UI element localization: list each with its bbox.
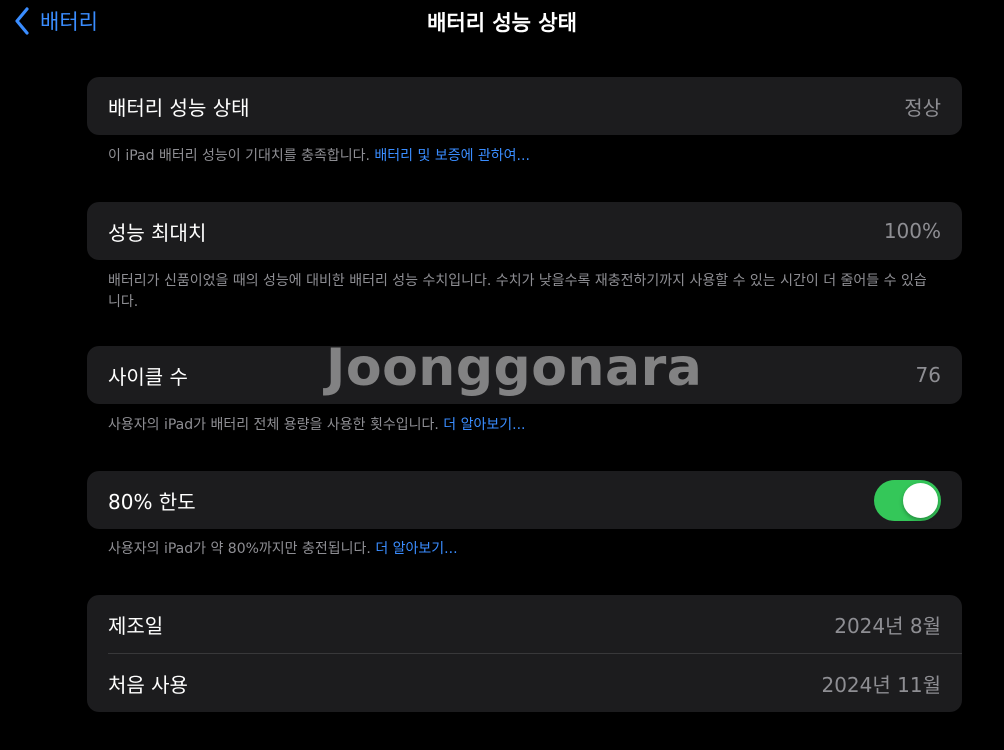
limit-80-note: 사용자의 iPad가 약 80%까지만 충전됩니다. xyxy=(108,541,371,557)
dates-card: 제조일 2024년 8월 처음 사용 2024년 11월 xyxy=(87,595,962,712)
page-title: 배터리 성능 상태 xyxy=(427,11,577,35)
manufacture-date-label: 제조일 xyxy=(108,613,164,638)
limit-80-label: 80% 한도 xyxy=(108,489,196,514)
cycle-count-footnote: 사용자의 iPad가 배터리 전체 용량을 사용한 횟수입니다. 더 알아보기.… xyxy=(108,415,938,436)
max-capacity-card: 성능 최대치 100% xyxy=(87,202,962,260)
limit-80-learn-more-link[interactable]: 더 알아보기... xyxy=(375,541,457,557)
max-capacity-row: 성능 최대치 100% xyxy=(87,202,962,260)
cycle-count-label: 사이클 수 xyxy=(108,364,188,389)
navigation-bar: 배터리 배터리 성능 상태 xyxy=(0,0,1004,44)
first-use-label: 처음 사용 xyxy=(108,672,188,697)
max-capacity-footnote: 배터리가 신품이었을 때의 성능에 대비한 배터리 성능 수치입니다. 수치가 … xyxy=(108,273,927,310)
battery-health-card: 배터리 성능 상태 정상 xyxy=(87,77,962,135)
battery-health-note: 이 iPad 배터리 성능이 기대치를 충족합니다. xyxy=(108,148,370,164)
battery-health-label: 배터리 성능 상태 xyxy=(108,95,250,120)
toggle-knob xyxy=(903,482,938,518)
battery-health-value: 정상 xyxy=(904,95,941,120)
first-use-row: 처음 사용 2024년 11월 xyxy=(87,654,962,712)
manufacture-date-value: 2024년 8월 xyxy=(834,613,941,638)
battery-health-row: 배터리 성능 상태 정상 xyxy=(87,77,962,135)
limit-80-footnote: 사용자의 iPad가 약 80%까지만 충전됩니다. 더 알아보기... xyxy=(108,539,938,560)
cycle-count-learn-more-link[interactable]: 더 알아보기... xyxy=(443,417,525,433)
limit-80-row: 80% 한도 xyxy=(87,471,962,529)
battery-warranty-link[interactable]: 배터리 및 보증에 관하여... xyxy=(374,148,530,164)
battery-health-page: 배터리 배터리 성능 상태 배터리 성능 상태 정상 이 iPad 배터리 성능… xyxy=(0,0,1004,750)
limit-80-card: 80% 한도 xyxy=(87,471,962,529)
first-use-value: 2024년 11월 xyxy=(821,672,941,697)
battery-health-footnote: 이 iPad 배터리 성능이 기대치를 충족합니다. 배터리 및 보증에 관하여… xyxy=(108,146,938,167)
max-capacity-value: 100% xyxy=(883,219,941,243)
cycle-count-value: 76 xyxy=(915,363,941,387)
cycle-count-row: 사이클 수 76 xyxy=(87,346,962,404)
cycle-count-card: 사이클 수 76 xyxy=(87,346,962,404)
max-capacity-label: 성능 최대치 xyxy=(108,220,207,245)
manufacture-date-row: 제조일 2024년 8월 xyxy=(87,595,962,653)
cycle-count-note: 사용자의 iPad가 배터리 전체 용량을 사용한 횟수입니다. xyxy=(108,417,439,433)
limit-80-toggle[interactable] xyxy=(874,479,941,521)
